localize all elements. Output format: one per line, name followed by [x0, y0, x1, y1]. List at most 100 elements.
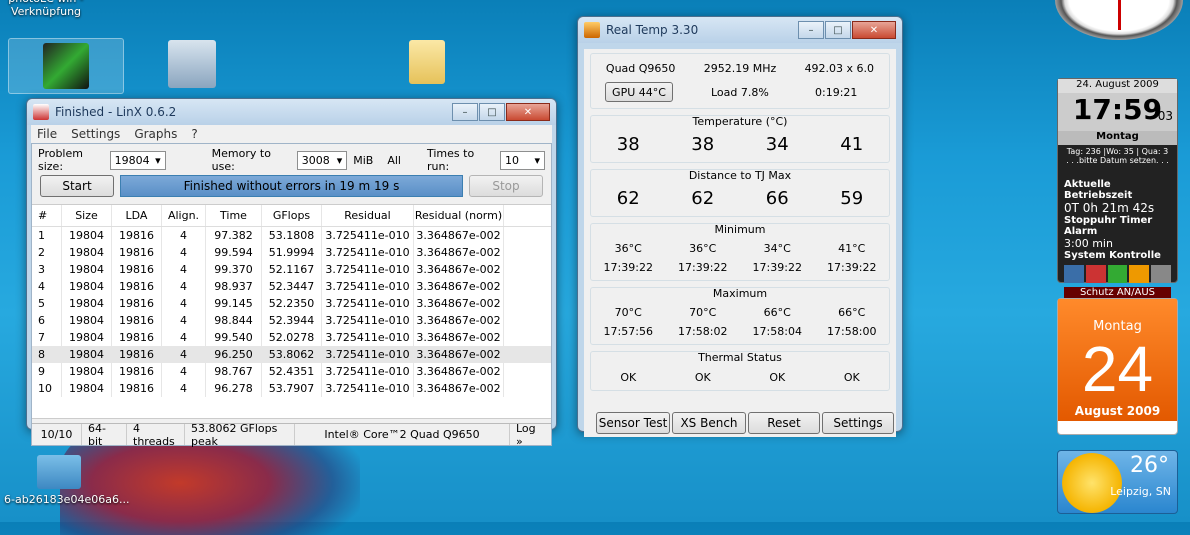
uptime-value: 0T 0h 21m 42s: [1064, 201, 1155, 215]
core-temp: 38: [691, 134, 715, 155]
table-cell: 52.0278: [262, 329, 322, 346]
table-cell: 99.370: [206, 261, 262, 278]
column-header[interactable]: GFlops: [262, 205, 322, 226]
table-row[interactable]: 4 19804 19816 4 98.937 52.3447 3.725411e-010 3.…: [32, 278, 551, 295]
menu-graphs[interactable]: Graphs: [134, 127, 177, 141]
table-cell: 52.3447: [262, 278, 322, 295]
desktop-icon-shortcut[interactable]: photoLC win - Verknüpfung: [4, 0, 88, 18]
menu-settings[interactable]: Settings: [71, 127, 120, 141]
maximize-button[interactable]: □: [479, 103, 505, 121]
sys-day: Montag: [1058, 131, 1177, 145]
menu-help[interactable]: ?: [191, 127, 197, 141]
problem-size-select[interactable]: 19804 ▾: [109, 150, 166, 170]
desktop-icon-usb[interactable]: [150, 40, 234, 92]
column-header[interactable]: Residual (norm): [414, 205, 504, 226]
max-time: 17:58:00: [827, 325, 877, 338]
table-row[interactable]: 5 19804 19816 4 99.145 52.2350 3.725411e-010 3.…: [32, 295, 551, 312]
memory-select[interactable]: 3008 ▾: [296, 150, 348, 170]
desktop-icon-selected[interactable]: [8, 38, 124, 94]
table-cell: 19804: [62, 295, 112, 312]
table-cell: 52.3944: [262, 312, 322, 329]
sensor-test-button[interactable]: Sensor Test: [596, 412, 670, 434]
table-cell: 19816: [112, 261, 162, 278]
calendar-gadget[interactable]: Montag 24 August 2009: [1057, 298, 1178, 435]
table-cell: 19804: [62, 244, 112, 261]
cpu-mhz: 2952.19 MHz: [703, 62, 777, 75]
lock-icon[interactable]: [1129, 265, 1150, 283]
realtemp-title: Real Temp 3.30: [606, 23, 699, 37]
table-cell: 3.364867e-002: [414, 227, 504, 244]
stop-button[interactable]: Stop: [469, 175, 543, 197]
minimize-button[interactable]: –: [452, 103, 478, 121]
column-header[interactable]: Size: [62, 205, 112, 226]
log-button[interactable]: Log »: [510, 422, 551, 448]
table-row[interactable]: 2 19804 19816 4 99.594 51.9994 3.725411e-010 3.…: [32, 244, 551, 261]
settings-icon[interactable]: [1107, 265, 1128, 283]
timer-value[interactable]: 3:00 min: [1064, 237, 1177, 250]
column-header[interactable]: Time: [206, 205, 262, 226]
table-row[interactable]: 8 19804 19816 4 96.250 53.8062 3.725411e-010 3.…: [32, 346, 551, 363]
minimum-group: Minimum 36°C 36°C 34°C 41°C 17:39:22 17:…: [590, 223, 890, 281]
usb-tool-icon: [168, 40, 216, 88]
table-cell: 3.364867e-002: [414, 295, 504, 312]
table-row[interactable]: 3 19804 19816 4 99.370 52.1167 3.725411e-010 3.…: [32, 261, 551, 278]
core-distance: 62: [691, 188, 715, 209]
table-row[interactable]: 6 19804 19816 4 98.844 52.3944 3.725411e-010 3.…: [32, 312, 551, 329]
minimize-button[interactable]: –: [798, 21, 824, 39]
max-temp: 66°C: [763, 306, 791, 319]
close-button[interactable]: ✕: [852, 21, 896, 39]
min-temp: 36°C: [689, 242, 717, 255]
desktop-icon-folder[interactable]: [385, 40, 469, 88]
weather-gadget[interactable]: 26° Leipzig, SN: [1057, 450, 1178, 514]
table-cell: 4: [162, 346, 206, 363]
chevron-down-icon: ▾: [155, 153, 161, 167]
column-header[interactable]: #: [32, 205, 62, 226]
xs-bench-button[interactable]: XS Bench: [672, 412, 746, 434]
column-header[interactable]: Residual: [322, 205, 414, 226]
stopwatch-label[interactable]: Stoppuhr Timer Alarm: [1064, 215, 1177, 237]
table-cell: 6: [32, 312, 62, 329]
reset-button[interactable]: Reset: [748, 412, 820, 434]
protect-toggle[interactable]: Schutz AN/AUS: [1064, 287, 1171, 298]
column-header[interactable]: Align.: [162, 205, 206, 226]
uptime-label: Aktuelle Betriebszeit: [1064, 179, 1133, 201]
tools-icon[interactable]: [1151, 265, 1171, 283]
gpu-button[interactable]: GPU 44°C: [605, 82, 673, 102]
table-cell: 53.8062: [262, 346, 322, 363]
times-label: Times to run:: [426, 147, 475, 173]
linx-titlebar[interactable]: Finished - LinX 0.6.2 – □ ✕: [27, 99, 556, 125]
table-cell: 19804: [62, 363, 112, 380]
table-row[interactable]: 7 19804 19816 4 99.540 52.0278 3.725411e-010 3.…: [32, 329, 551, 346]
table-row[interactable]: 1 19804 19816 4 97.382 53.1808 3.725411e-010 3.…: [32, 227, 551, 244]
times-select[interactable]: 10 ▾: [500, 150, 545, 170]
progress-text: Finished without errors in 19 m 19 s: [183, 179, 400, 193]
realtemp-titlebar[interactable]: Real Temp 3.30 – □ ✕: [578, 17, 902, 43]
table-cell: 4: [162, 329, 206, 346]
sys-info: Tag: 236 |Wo: 35 | Qua: 3: [1066, 147, 1169, 156]
table-cell: 19816: [112, 295, 162, 312]
min-time: 17:39:22: [603, 261, 653, 274]
linx-menubar: File Settings Graphs ?: [31, 125, 552, 143]
menu-file[interactable]: File: [37, 127, 57, 141]
settings-button[interactable]: Settings: [822, 412, 894, 434]
table-row[interactable]: 9 19804 19816 4 98.767 52.4351 3.725411e-010 3.…: [32, 363, 551, 380]
linx-title: Finished - LinX 0.6.2: [55, 105, 177, 119]
image-file-icon: [37, 455, 81, 489]
table-cell: 4: [162, 380, 206, 397]
column-header[interactable]: LDA: [112, 205, 162, 226]
weather-temp: 26°: [1130, 453, 1169, 478]
table-cell: 3.725411e-010: [322, 244, 414, 261]
start-button[interactable]: Start: [40, 175, 114, 197]
restart-icon[interactable]: [1085, 265, 1106, 283]
table-row[interactable]: 10 19804 19816 4 96.278 53.7907 3.725411e-010 3…: [32, 380, 551, 397]
clock-gadget[interactable]: [1055, 0, 1183, 40]
core-distance: 59: [840, 188, 864, 209]
system-gadget[interactable]: 24. August 2009 17:59 03 Montag Tag: 236…: [1057, 78, 1178, 298]
maximize-button[interactable]: □: [825, 21, 851, 39]
desktop-icon-file[interactable]: 6-ab26183e04e06a6...: [4, 455, 129, 506]
table-cell: 96.250: [206, 346, 262, 363]
close-button[interactable]: ✕: [506, 103, 550, 121]
power-icon[interactable]: [1064, 265, 1084, 283]
table-cell: 3.364867e-002: [414, 380, 504, 397]
memory-all-checkbox[interactable]: All: [387, 154, 401, 167]
